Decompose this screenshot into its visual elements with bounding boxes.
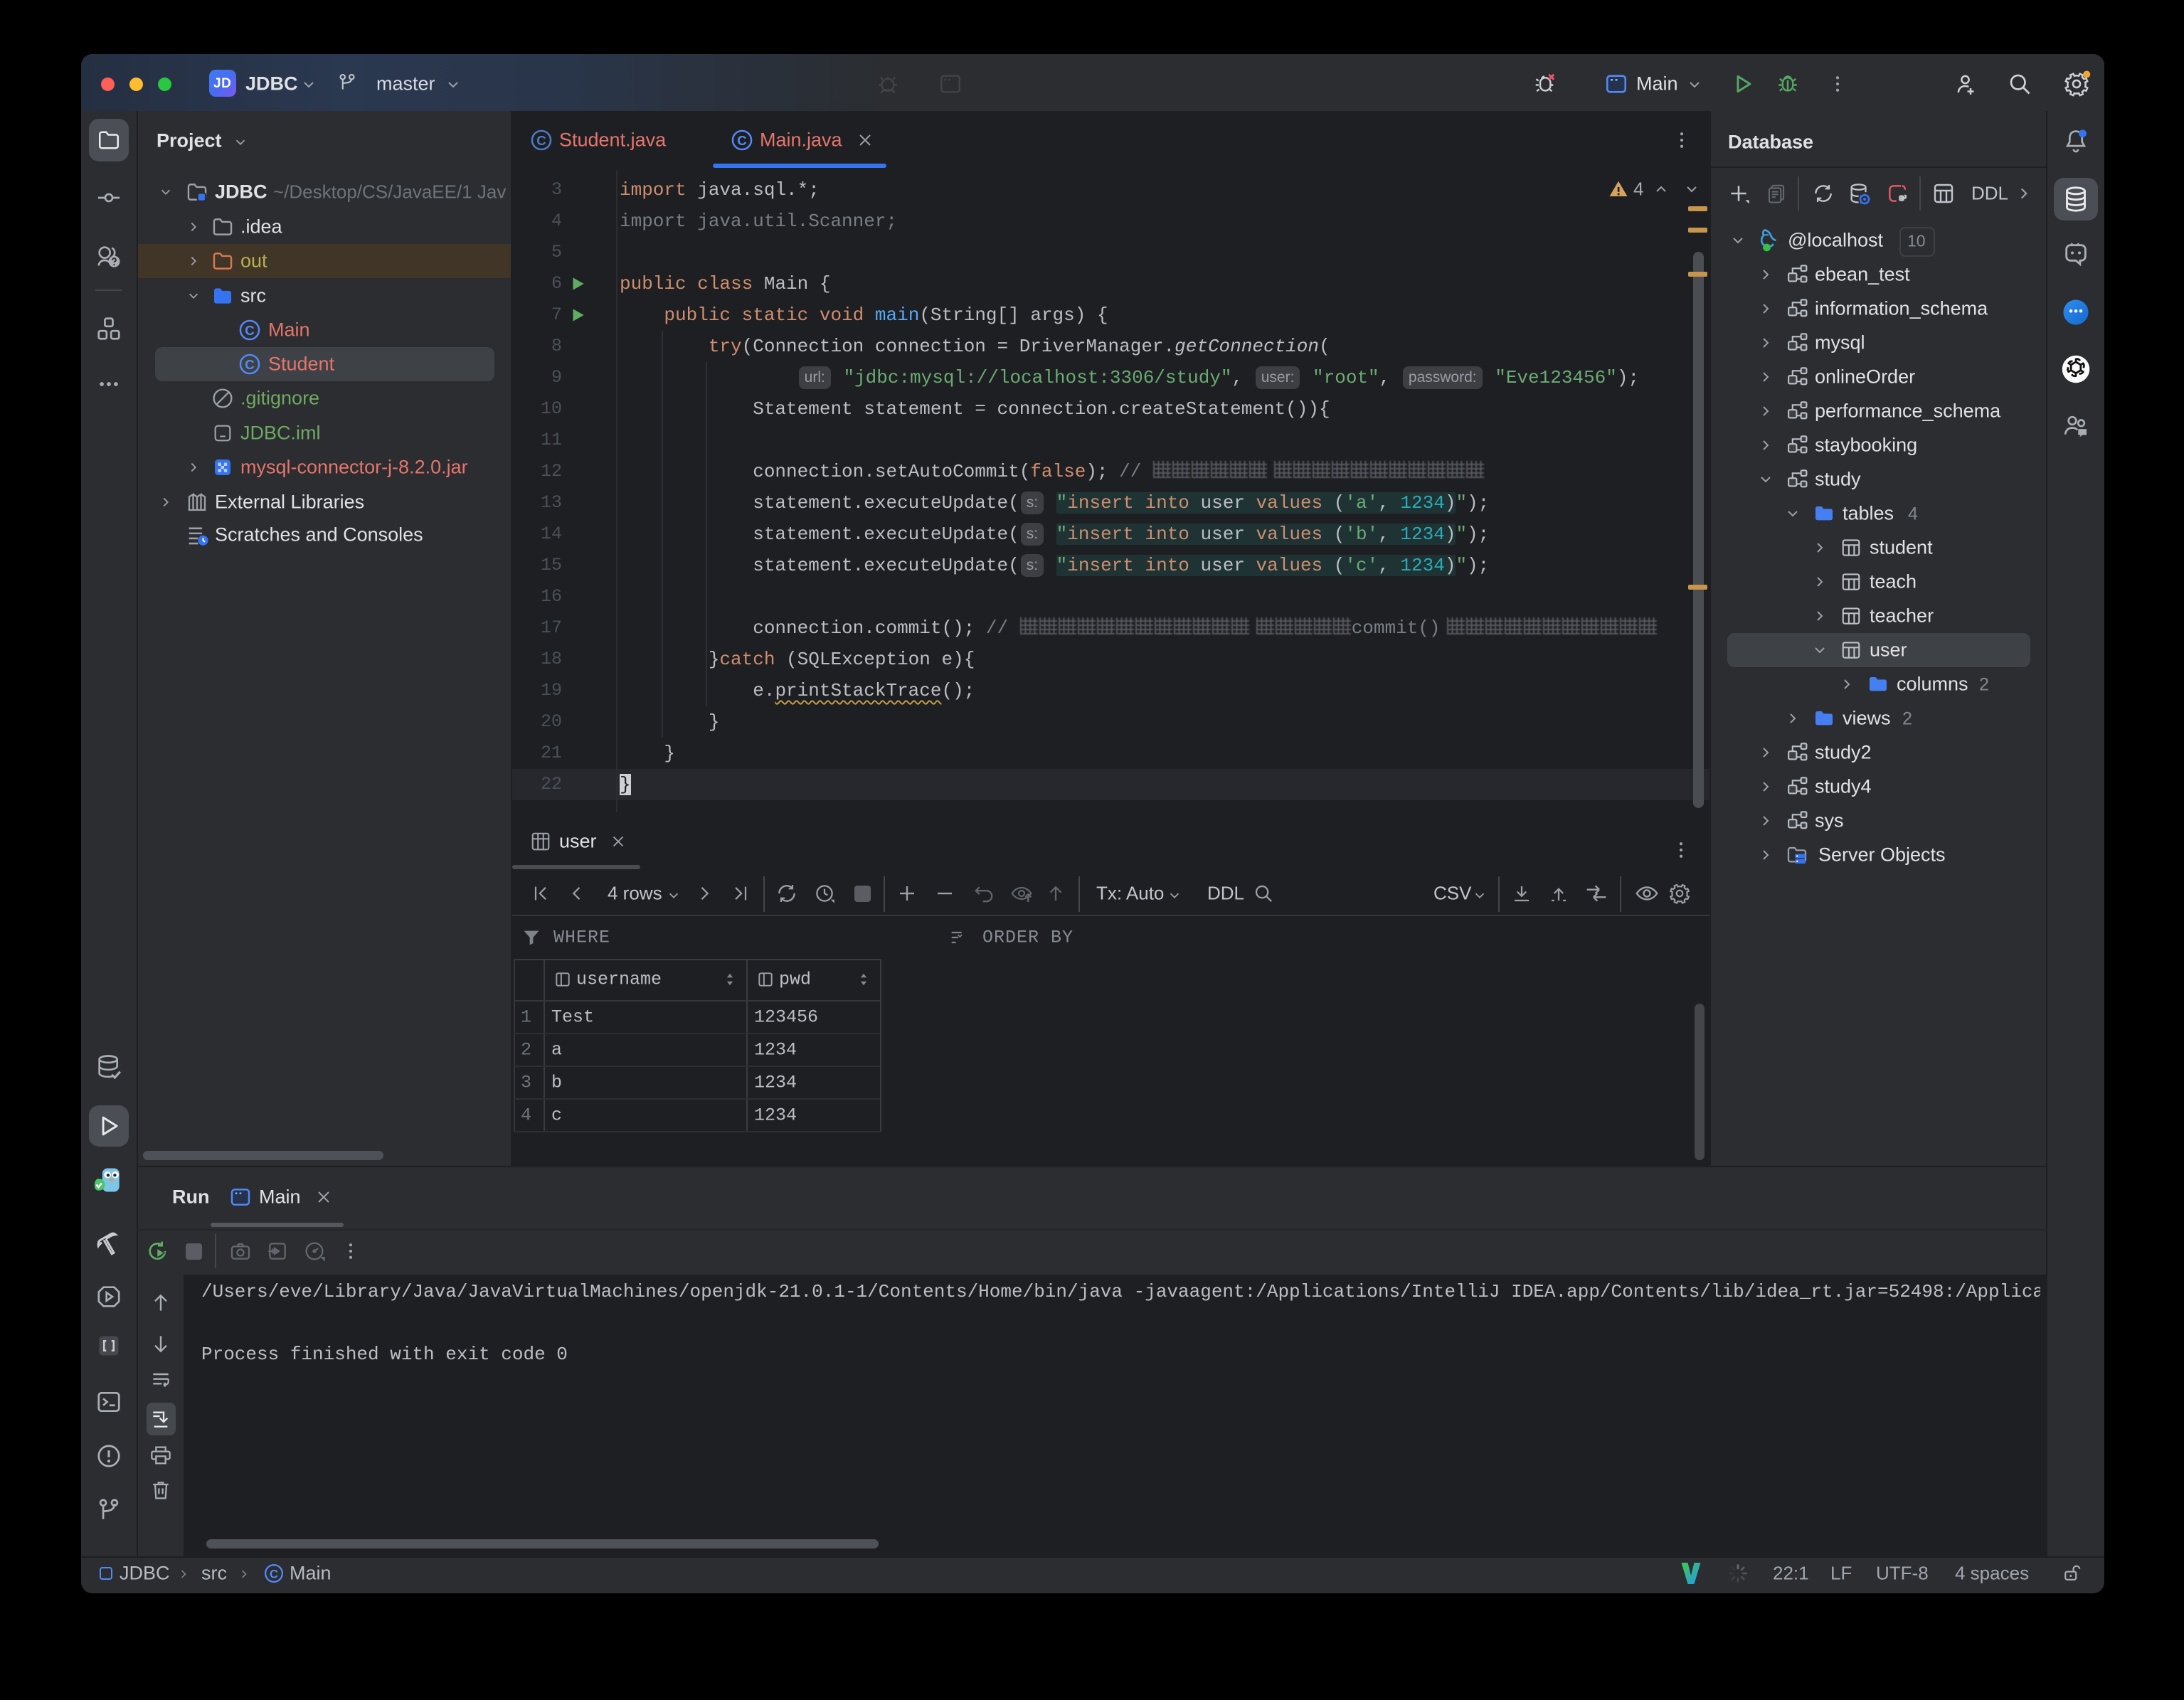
- svg-text:C: C: [245, 323, 254, 338]
- svg-text:C: C: [737, 133, 746, 148]
- svg-text:C: C: [536, 133, 546, 148]
- svg-text:C: C: [245, 357, 254, 372]
- svg-text:C: C: [270, 1567, 278, 1581]
